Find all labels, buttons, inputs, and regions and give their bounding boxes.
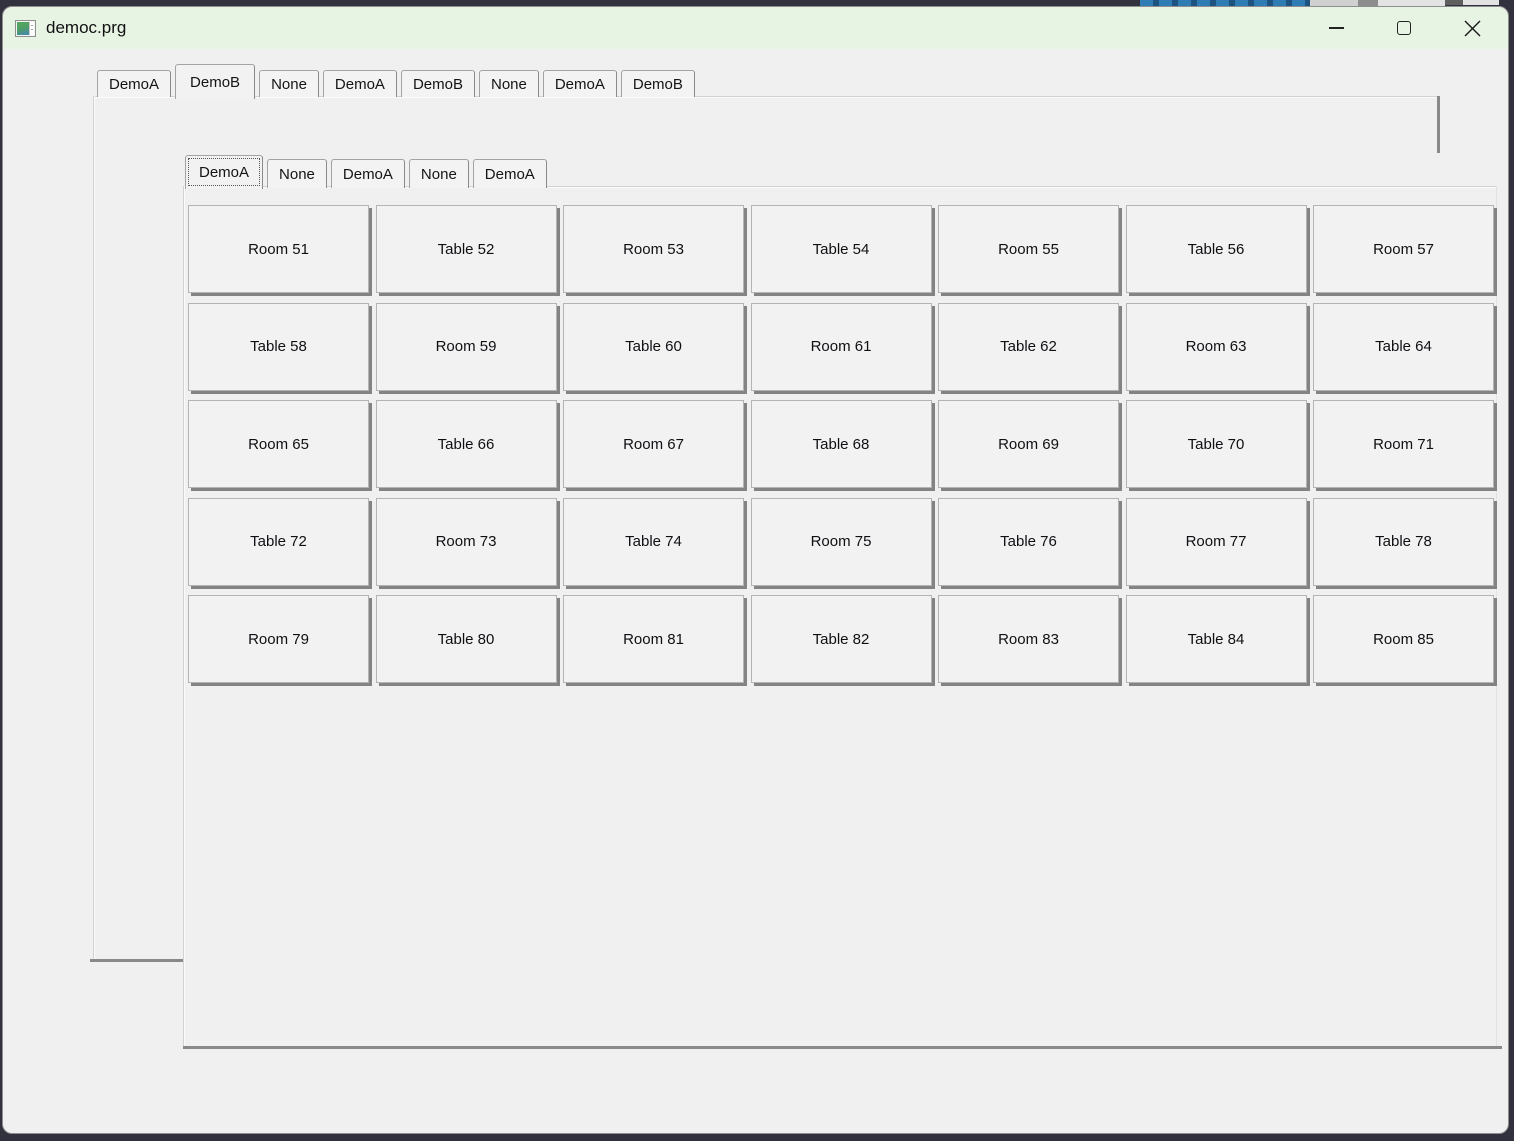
room-77-button[interactable]: Room 77 — [1125, 497, 1307, 586]
room-73-button[interactable]: Room 73 — [375, 497, 557, 586]
tab-bar-inner: DemoA None DemoA None DemoA — [185, 155, 547, 189]
tab-outer-demob-3[interactable]: DemoB — [620, 70, 695, 97]
room-81-button[interactable]: Room 81 — [563, 595, 744, 683]
room-59-button[interactable]: Room 59 — [375, 302, 557, 391]
maximize-button[interactable] — [1370, 7, 1438, 49]
tab-outer-none-2[interactable]: None — [478, 70, 539, 97]
room-75-button[interactable]: Room 75 — [750, 497, 932, 586]
room-85-button[interactable]: Room 85 — [1313, 595, 1494, 683]
tab-outer-demoa-3[interactable]: DemoA — [542, 70, 617, 97]
room-65-button[interactable]: Room 65 — [188, 400, 369, 488]
background-window-strip — [1463, 0, 1499, 5]
tab-inner-demoa-3[interactable]: DemoA — [472, 159, 547, 188]
tab-inner-demoa-2[interactable]: DemoA — [330, 159, 405, 188]
close-icon — [1464, 20, 1480, 36]
table-56-button[interactable]: Table 56 — [1125, 205, 1307, 293]
tab-outer-demob-2[interactable]: DemoB — [400, 70, 475, 97]
room-67-button[interactable]: Room 67 — [563, 400, 744, 488]
table-72-button[interactable]: Table 72 — [188, 497, 369, 586]
table-80-button[interactable]: Table 80 — [375, 595, 557, 683]
close-button[interactable] — [1438, 7, 1506, 49]
tab-inner-demoa-1-selected[interactable]: DemoA — [185, 155, 264, 189]
room-53-button[interactable]: Room 53 — [563, 205, 744, 293]
maximize-icon — [1397, 21, 1411, 35]
table-76-button[interactable]: Table 76 — [938, 497, 1119, 586]
room-55-button[interactable]: Room 55 — [938, 205, 1119, 293]
outer-page-right-border — [1437, 96, 1440, 153]
window-title: democ.prg — [46, 18, 127, 37]
tab-outer-demob-1-selected[interactable]: DemoB — [175, 64, 256, 99]
table-64-button[interactable]: Table 64 — [1313, 302, 1494, 391]
table-52-button[interactable]: Table 52 — [375, 205, 557, 293]
tab-bar-outer: DemoA DemoB None DemoA DemoB None DemoA … — [97, 64, 695, 99]
room-51-button[interactable]: Room 51 — [188, 205, 369, 293]
app-icon-doc-pane — [29, 21, 34, 35]
titlebar: democ.prg — [3, 7, 1508, 49]
app-icon-form-pane — [17, 21, 29, 35]
tab-outer-none-1[interactable]: None — [259, 70, 319, 97]
outer-page-bottom-border — [90, 959, 183, 962]
tab-outer-demoa-1[interactable]: DemoA — [97, 70, 172, 97]
table-82-button[interactable]: Table 82 — [750, 595, 932, 683]
inner-page-right-border — [1496, 186, 1497, 1047]
table-58-button[interactable]: Table 58 — [188, 302, 369, 391]
desktop-background: democ.prg DemoA DemoB None DemoA DemoB N… — [0, 0, 1514, 1141]
background-window-strip — [1445, 0, 1463, 5]
room-57-button[interactable]: Room 57 — [1313, 205, 1494, 293]
table-66-button[interactable]: Table 66 — [375, 400, 557, 488]
room-71-button[interactable]: Room 71 — [1313, 400, 1494, 488]
table-60-button[interactable]: Table 60 — [563, 302, 744, 391]
room-69-button[interactable]: Room 69 — [938, 400, 1119, 488]
tab-outer-demoa-2[interactable]: DemoA — [322, 70, 397, 97]
outer-page-left-border — [93, 96, 95, 962]
table-78-button[interactable]: Table 78 — [1313, 497, 1494, 586]
app-icon — [15, 19, 36, 37]
room-79-button[interactable]: Room 79 — [188, 595, 369, 683]
table-68-button[interactable]: Table 68 — [750, 400, 932, 488]
caption-buttons — [1302, 7, 1506, 49]
tab-inner-none-1[interactable]: None — [267, 159, 327, 188]
table-62-button[interactable]: Table 62 — [938, 302, 1119, 391]
inner-page-left-border — [183, 186, 185, 1049]
table-84-button[interactable]: Table 84 — [1125, 595, 1307, 683]
minimize-button[interactable] — [1302, 7, 1370, 49]
tab-inner-none-2[interactable]: None — [408, 159, 469, 188]
table-70-button[interactable]: Table 70 — [1125, 400, 1307, 488]
room-63-button[interactable]: Room 63 — [1125, 302, 1307, 391]
table-74-button[interactable]: Table 74 — [563, 497, 744, 586]
minimize-icon — [1328, 27, 1344, 29]
button-grid: Room 51 Table 52 Room 53 Table 54 Room 5… — [188, 205, 1494, 683]
room-83-button[interactable]: Room 83 — [938, 595, 1119, 683]
inner-page-bottom-border — [183, 1046, 1502, 1049]
room-61-button[interactable]: Room 61 — [750, 302, 932, 391]
table-54-button[interactable]: Table 54 — [750, 205, 932, 293]
